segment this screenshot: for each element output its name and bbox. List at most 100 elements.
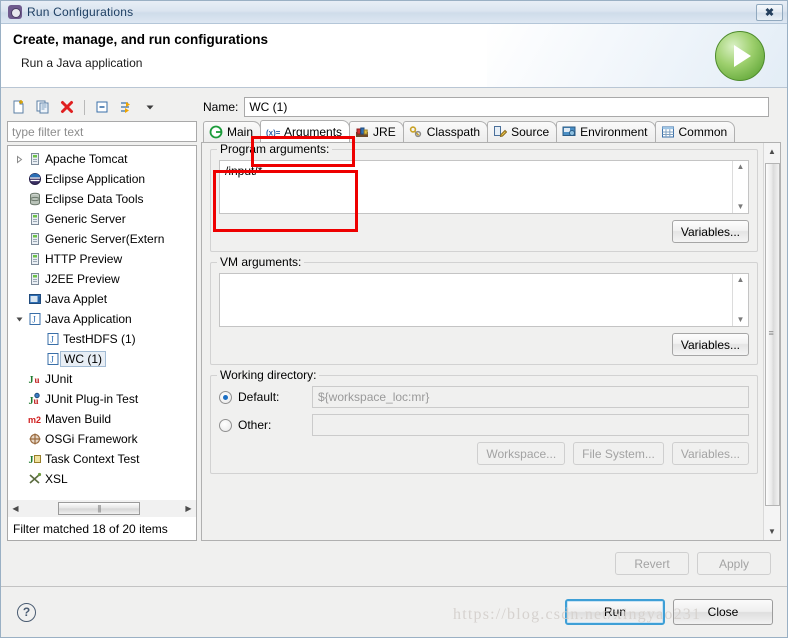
collapse-all-icon[interactable]	[92, 97, 112, 117]
name-label: Name:	[203, 100, 239, 114]
tree-item[interactable]: J Java Application	[8, 309, 196, 329]
scroll-down-icon[interactable]: ▼	[737, 316, 745, 324]
classpath-keys-icon	[409, 125, 423, 139]
scroll-down-icon[interactable]: ▼	[765, 524, 780, 539]
working-dir-variables-button[interactable]: Variables...	[671, 442, 749, 465]
chevron-down-icon[interactable]	[12, 315, 26, 324]
tab-common[interactable]: Common	[654, 121, 736, 142]
arguments-tab-inner: Program arguments: /input/* ▲ ▼ Variable…	[202, 143, 763, 540]
run-button[interactable]: Run	[565, 599, 665, 625]
working-dir-default-radio[interactable]	[219, 390, 232, 404]
config-name-row: Name: WC (1)	[201, 94, 781, 120]
apply-button[interactable]: Apply	[697, 552, 771, 575]
scroll-right-icon[interactable]: ▶	[181, 501, 196, 516]
tree-item-label: Generic Server(Extern	[45, 232, 165, 246]
scroll-up-icon[interactable]: ▲	[737, 276, 745, 284]
scroll-track[interactable]	[23, 501, 181, 516]
configuration-tabs[interactable]: Main (x)= Arguments JRE Classpath Source Envir…	[201, 120, 781, 143]
tree-item[interactable]: Eclipse Application	[8, 169, 196, 189]
tree-item[interactable]: J Java Applet	[8, 289, 196, 309]
tab-label: Classpath	[426, 125, 481, 139]
scroll-up-icon[interactable]: ▲	[765, 144, 780, 159]
working-directory-group: Working directory: Default: ${workspace_…	[210, 368, 758, 474]
vm-args-scrollbar[interactable]: ▲ ▼	[732, 274, 748, 326]
tab-content-scrollbar[interactable]: ▲ ▼	[763, 143, 780, 540]
file-system-button[interactable]: File System...	[573, 442, 664, 465]
eclipse-icon	[26, 172, 43, 186]
scroll-thumb[interactable]	[57, 502, 140, 515]
tree-item[interactable]: J TestHDFS (1)	[8, 329, 196, 349]
task-context-icon: J	[26, 452, 43, 466]
tree-item-label: JUnit	[45, 372, 73, 386]
tree-item-label: Eclipse Application	[45, 172, 146, 186]
vm-arguments-value[interactable]	[220, 274, 732, 326]
scroll-down-icon[interactable]: ▼	[737, 203, 745, 211]
run-play-icon	[715, 31, 765, 81]
chevron-down-icon[interactable]	[140, 97, 160, 117]
tree-item-label: HTTP Preview	[45, 252, 123, 266]
xsl-icon	[26, 472, 43, 486]
dialog-body: type filter text Apache Tomcat Eclipse Ap…	[1, 88, 787, 541]
copy-icon[interactable]	[33, 97, 53, 117]
search-input[interactable]: type filter text	[7, 121, 197, 142]
scroll-up-icon[interactable]: ▲	[737, 163, 745, 171]
workspace-button[interactable]: Workspace...	[477, 442, 566, 465]
help-icon[interactable]: ?	[17, 602, 36, 622]
tree-item[interactable]: J2EE Preview	[8, 269, 196, 289]
working-dir-default-input[interactable]: ${workspace_loc:mr}	[312, 386, 749, 408]
close-button[interactable]: Close	[673, 599, 773, 625]
tree-item[interactable]: Generic Server	[8, 209, 196, 229]
svg-text:J: J	[37, 297, 40, 305]
scroll-thumb[interactable]	[764, 163, 780, 506]
revert-apply-row: Revert Apply	[1, 541, 787, 587]
tree-item[interactable]: Ju JUnit Plug-in Test	[8, 389, 196, 409]
svg-text:m2: m2	[28, 415, 41, 425]
delete-x-icon[interactable]	[57, 97, 77, 117]
close-icon[interactable]: ✖	[756, 4, 783, 21]
server-icon	[26, 212, 43, 226]
chevron-right-icon[interactable]	[12, 155, 26, 164]
program-arguments-textarea[interactable]: /input/* ▲ ▼	[219, 160, 749, 214]
tab-jre[interactable]: JRE	[349, 121, 404, 142]
tree-item[interactable]: HTTP Preview	[8, 249, 196, 269]
tab-main[interactable]: Main	[203, 121, 262, 142]
name-input[interactable]: WC (1)	[244, 97, 769, 117]
vm-args-variables-button[interactable]: Variables...	[671, 333, 749, 356]
gear-icon	[8, 5, 22, 19]
tree-item[interactable]: Ju JUnit	[8, 369, 196, 389]
working-dir-other-radio[interactable]	[219, 418, 232, 432]
scroll-track[interactable]	[764, 159, 780, 524]
configurations-tree[interactable]: Apache Tomcat Eclipse Application Eclipse …	[7, 145, 197, 500]
tree-item-label: Task Context Test	[45, 452, 140, 466]
tab-label: Main	[227, 125, 254, 139]
window-titlebar: Run Configurations ✖	[1, 1, 787, 24]
revert-button[interactable]: Revert	[615, 552, 689, 575]
tree-horizontal-scrollbar[interactable]: ◀ ▶	[7, 500, 197, 517]
tree-item[interactable]: XSL	[8, 469, 196, 489]
arguments-xeq-icon: (x)=	[266, 125, 280, 139]
tab-environment[interactable]: Environment	[556, 121, 656, 142]
tab-source[interactable]: Source	[487, 121, 558, 142]
program-args-variables-button[interactable]: Variables...	[671, 220, 749, 243]
server-icon	[26, 252, 43, 266]
vm-arguments-textarea[interactable]: ▲ ▼	[219, 273, 749, 327]
working-dir-other-input[interactable]	[312, 414, 749, 436]
program-args-scrollbar[interactable]: ▲ ▼	[732, 161, 748, 213]
tree-item-label: TestHDFS (1)	[63, 332, 136, 346]
filter-arrow-icon[interactable]	[116, 97, 136, 117]
tab-classpath[interactable]: Classpath	[402, 121, 489, 142]
tree-item[interactable]: Generic Server(Extern	[8, 229, 196, 249]
run-configurations-dialog: Run Configurations ✖ Create, manage, and…	[0, 0, 788, 638]
program-arguments-value[interactable]: /input/*	[220, 161, 732, 213]
tree-item[interactable]: m2 Maven Build	[8, 409, 196, 429]
scroll-left-icon[interactable]: ◀	[8, 501, 23, 516]
tree-item[interactable]: J WC (1)	[8, 349, 196, 369]
svg-text:(x)=: (x)=	[266, 128, 280, 137]
tree-item[interactable]: Eclipse Data Tools	[8, 189, 196, 209]
tab-arguments[interactable]: (x)= Arguments	[260, 120, 351, 142]
tree-item[interactable]: J Task Context Test	[8, 449, 196, 469]
new-document-icon[interactable]	[9, 97, 29, 117]
tab-label: Common	[678, 125, 728, 139]
tree-item[interactable]: OSGi Framework	[8, 429, 196, 449]
tree-item[interactable]: Apache Tomcat	[8, 149, 196, 169]
